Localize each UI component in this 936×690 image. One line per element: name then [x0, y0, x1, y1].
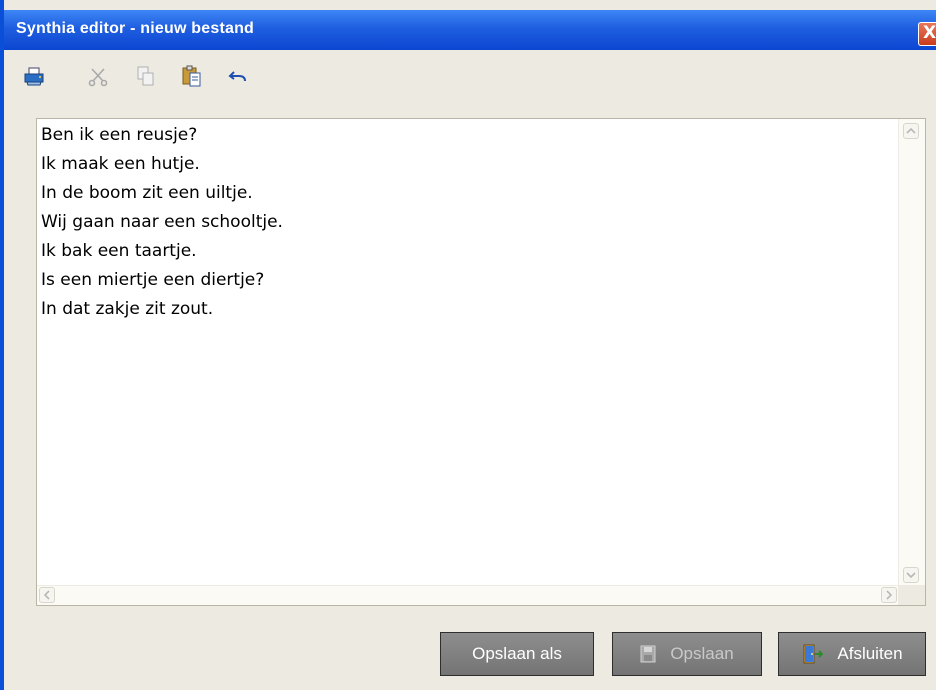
- editor-window: Synthia editor - nieuw bestand X Ben ik …: [0, 0, 936, 690]
- save-label: Opslaan: [670, 644, 734, 663]
- text-line: In dat zakje zit zout.: [41, 299, 214, 319]
- floppy-disk-icon: [640, 645, 656, 663]
- save-as-label: Opslaan als: [472, 644, 562, 663]
- print-button[interactable]: [22, 64, 46, 88]
- scroll-left-button[interactable]: [39, 587, 55, 603]
- horizontal-scrollbar[interactable]: [37, 585, 899, 605]
- cut-icon: [86, 64, 110, 88]
- text-editor[interactable]: Ben ik een reusje? Ik maak een hutje. In…: [36, 118, 926, 606]
- chevron-left-icon: [43, 590, 50, 600]
- scroll-down-button[interactable]: [903, 567, 919, 583]
- vertical-scrollbar[interactable]: [898, 119, 925, 587]
- exit-door-icon: [801, 643, 824, 665]
- print-icon: [22, 64, 46, 88]
- paste-button[interactable]: [180, 64, 204, 88]
- scroll-up-button[interactable]: [903, 123, 919, 139]
- save-button[interactable]: Opslaan: [612, 632, 762, 676]
- chevron-down-icon: [906, 572, 916, 579]
- exit-label: Afsluiten: [837, 644, 903, 663]
- toolbar: [22, 64, 422, 92]
- chevron-up-icon: [906, 127, 916, 134]
- text-line: Is een miertje een diertje?: [41, 270, 265, 290]
- window-title: Synthia editor - nieuw bestand: [16, 20, 255, 37]
- exit-button[interactable]: Afsluiten: [778, 632, 926, 676]
- text-line: In de boom zit een uiltje.: [41, 183, 253, 203]
- paste-icon: [180, 64, 204, 88]
- undo-icon: [226, 64, 250, 88]
- editor-content[interactable]: Ben ik een reusje? Ik maak een hutje. In…: [41, 121, 891, 324]
- title-bar[interactable]: Synthia editor - nieuw bestand X: [4, 10, 936, 50]
- text-line: Ik bak een taartje.: [41, 241, 197, 261]
- text-line: Wij gaan naar een schooltje.: [41, 212, 283, 232]
- undo-button[interactable]: [226, 64, 250, 88]
- save-as-button[interactable]: Opslaan als: [440, 632, 594, 676]
- cut-button[interactable]: [86, 64, 110, 88]
- copy-icon: [134, 64, 158, 88]
- chevron-right-icon: [886, 590, 893, 600]
- scroll-right-button[interactable]: [881, 587, 897, 603]
- copy-button[interactable]: [134, 64, 158, 88]
- close-window-button[interactable]: X: [918, 22, 936, 46]
- text-line: Ik maak een hutje.: [41, 154, 200, 174]
- scrollbar-corner: [898, 585, 925, 605]
- text-line: Ben ik een reusje?: [41, 125, 198, 145]
